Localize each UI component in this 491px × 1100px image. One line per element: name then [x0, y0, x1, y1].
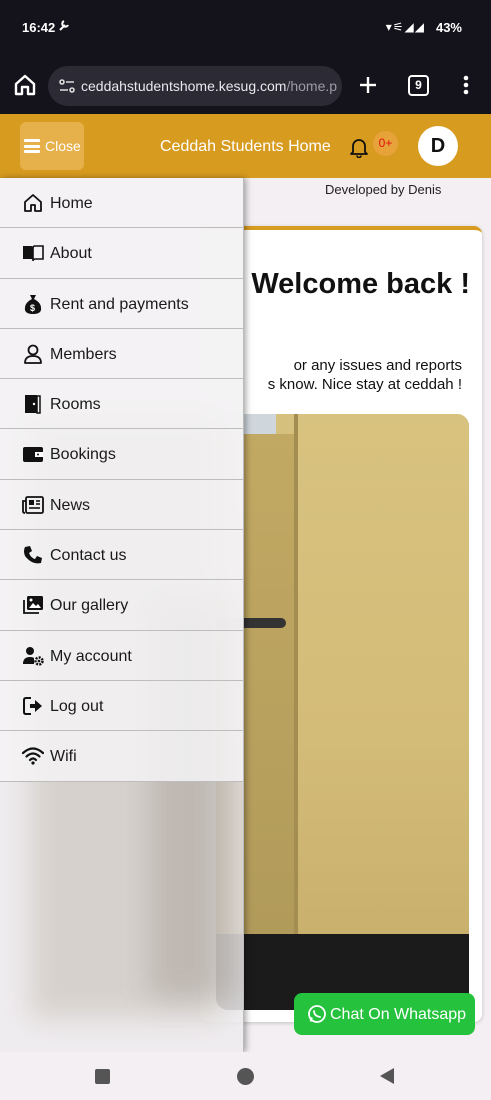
gallery-icon — [22, 594, 44, 616]
sidebar-item-label: Rent and payments — [50, 295, 189, 313]
home-icon — [22, 192, 44, 214]
system-navigation-bar — [0, 1052, 491, 1100]
app-title: Ceddah Students Home — [160, 138, 331, 155]
sidebar-item-my-account[interactable]: My account — [0, 630, 243, 681]
sidebar-item-rent-and-payments[interactable]: $ Rent and payments — [0, 278, 243, 329]
url-domain: ceddahstudentshome.kesug.com — [81, 78, 287, 94]
phone-icon — [22, 544, 44, 566]
browser-home-button[interactable] — [12, 72, 38, 98]
close-menu-button[interactable]: Close — [20, 122, 84, 170]
address-bar[interactable]: ceddahstudentshome.kesug.com/home.p — [48, 66, 342, 106]
close-label: Close — [45, 138, 81, 154]
battery-level: 43% — [435, 20, 462, 35]
svg-text:$: $ — [30, 303, 35, 313]
tab-switcher-button[interactable]: 9 — [408, 75, 429, 96]
sidebar-item-label: Wifi — [50, 748, 77, 766]
sidebar-item-label: Rooms — [50, 396, 101, 414]
sidebar-item-label: Log out — [50, 697, 104, 715]
sidebar-item-home[interactable]: Home — [0, 178, 243, 229]
book-icon — [22, 242, 44, 264]
sidebar-item-contact-us[interactable]: Contact us — [0, 530, 243, 581]
sidebar-drawer: Home About $ Rent and payments Members R… — [0, 178, 244, 1052]
notification-badge: 0+ — [373, 131, 398, 156]
newspaper-icon — [22, 494, 44, 516]
sidebar-item-log-out[interactable]: Log out — [0, 680, 243, 732]
wallet-icon — [22, 443, 44, 465]
sidebar-item-our-gallery[interactable]: Our gallery — [0, 580, 243, 631]
recents-button[interactable] — [95, 1069, 110, 1084]
sidebar-item-news[interactable]: News — [0, 479, 243, 531]
sidebar-nav: Home About $ Rent and payments Members R… — [0, 178, 243, 782]
user-gear-icon — [22, 645, 44, 667]
status-time: 16:42 — [22, 20, 56, 35]
hamburger-icon — [24, 139, 40, 153]
sidebar-item-rooms[interactable]: Rooms — [0, 379, 243, 430]
logout-icon — [22, 695, 44, 717]
sidebar-item-label: My account — [50, 647, 132, 665]
app-header: Close Ceddah Students Home 0+ D — [0, 114, 491, 178]
browser-toolbar: ceddahstudentshome.kesug.com/home.p 9 — [0, 58, 491, 114]
building-photo — [216, 414, 469, 1010]
signal-icons: ▾⚟◢◢ — [385, 20, 425, 34]
money-bag-icon: $ — [22, 293, 44, 315]
user-icon — [22, 343, 44, 365]
avatar[interactable]: D — [418, 126, 458, 166]
bell-icon[interactable] — [348, 136, 370, 159]
wifi-icon — [21, 745, 45, 767]
door-icon — [22, 393, 44, 415]
sidebar-item-label: Bookings — [50, 446, 116, 464]
developer-credit: Developed by Denis — [325, 182, 442, 197]
sidebar-item-label: Our gallery — [50, 597, 129, 615]
home-button[interactable] — [237, 1068, 254, 1085]
whatsapp-label: Chat On Whatsapp — [330, 1006, 467, 1023]
url-text: ceddahstudentshome.kesug.com/home.p — [81, 78, 337, 94]
sidebar-item-members[interactable]: Members — [0, 328, 243, 380]
sidebar-item-about[interactable]: About — [0, 228, 243, 279]
sidebar-item-label: Members — [50, 345, 117, 363]
whatsapp-icon — [307, 1004, 327, 1024]
site-settings-icon[interactable] — [58, 77, 76, 95]
back-button[interactable] — [380, 1068, 394, 1084]
wrench-icon — [58, 19, 70, 34]
browser-menu-button[interactable] — [456, 72, 476, 98]
whatsapp-chat-button[interactable]: Chat On Whatsapp — [294, 993, 475, 1035]
new-tab-button[interactable] — [355, 72, 381, 98]
url-path: /home.p — [286, 78, 338, 94]
sidebar-item-label: About — [50, 245, 92, 263]
sidebar-item-bookings[interactable]: Bookings — [0, 429, 243, 480]
sidebar-item-wifi[interactable]: Wifi — [0, 731, 243, 782]
status-bar: 16:42 ▾⚟◢◢ 43% — [0, 0, 491, 58]
sidebar-item-label: News — [50, 496, 91, 514]
sidebar-item-label: Home — [50, 195, 93, 212]
sidebar-item-label: Contact us — [50, 547, 127, 565]
